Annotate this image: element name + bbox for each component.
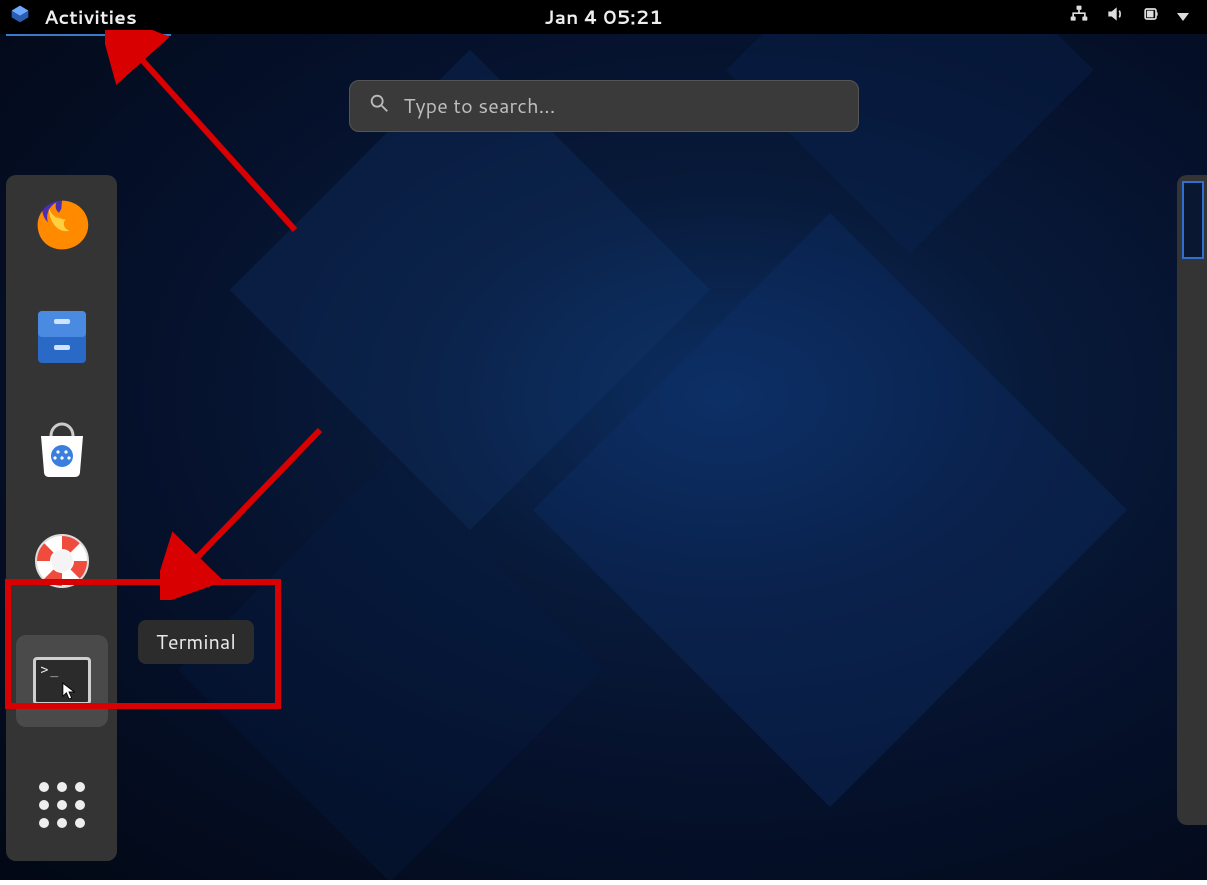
dock-item-show-apps[interactable] xyxy=(30,773,94,837)
file-cabinet-icon xyxy=(34,307,90,367)
dock-item-help[interactable] xyxy=(30,529,94,593)
dock-item-terminal[interactable] xyxy=(16,635,108,727)
clock[interactable]: Jan 4 05:21 xyxy=(544,4,662,31)
desktop-background xyxy=(0,0,1207,880)
network-icon[interactable] xyxy=(1069,4,1089,30)
search-icon xyxy=(368,92,390,120)
overview-search[interactable]: Type to search... xyxy=(349,80,859,132)
battery-icon[interactable] xyxy=(1141,4,1161,30)
shopping-bag-icon xyxy=(33,420,91,478)
search-placeholder: Type to search... xyxy=(404,92,556,120)
system-tray[interactable] xyxy=(1069,4,1207,30)
dash xyxy=(6,175,117,861)
top-panel: Activities Jan 4 05:21 xyxy=(0,0,1207,34)
workspace-switcher[interactable] xyxy=(1177,175,1207,825)
firefox-icon xyxy=(32,195,92,255)
apps-grid-icon xyxy=(39,782,85,828)
dock-item-firefox[interactable] xyxy=(30,193,94,257)
chevron-down-icon[interactable] xyxy=(1177,13,1189,21)
os-logo-icon xyxy=(10,4,30,30)
lifebuoy-icon xyxy=(33,532,91,590)
workspace-thumbnail-active[interactable] xyxy=(1182,181,1204,259)
dock-item-files[interactable] xyxy=(30,305,94,369)
dock-item-software[interactable] xyxy=(30,417,94,481)
terminal-icon xyxy=(33,657,91,705)
cursor-icon xyxy=(62,682,76,700)
activities-button[interactable]: Activities xyxy=(38,0,143,35)
dock-tooltip: Terminal xyxy=(138,620,254,664)
volume-icon[interactable] xyxy=(1105,4,1125,30)
activities-active-indicator xyxy=(6,34,171,36)
